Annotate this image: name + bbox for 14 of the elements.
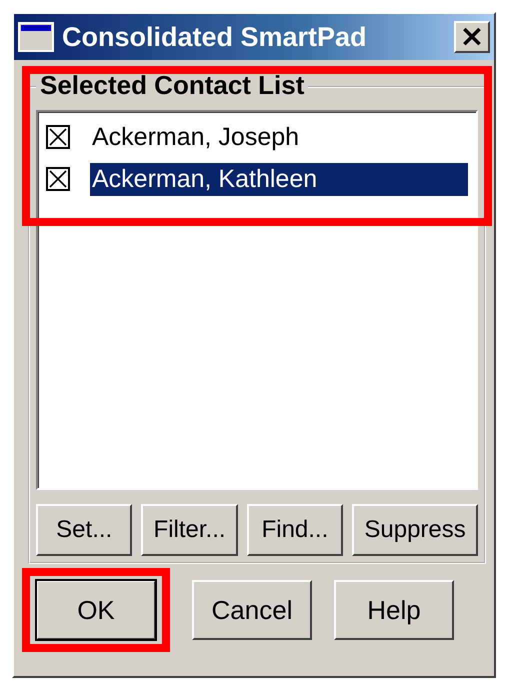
checkbox[interactable] bbox=[46, 125, 70, 149]
list-action-button[interactable]: Set... bbox=[36, 504, 132, 556]
window-icon bbox=[18, 22, 54, 52]
close-button[interactable]: × bbox=[454, 21, 490, 53]
contact-item[interactable]: Ackerman, Kathleen bbox=[90, 162, 468, 196]
list-action-button[interactable]: Find... bbox=[246, 504, 344, 556]
dialog-button[interactable]: Help bbox=[334, 580, 454, 640]
window-title: Consolidated SmartPad bbox=[62, 22, 368, 52]
contact-item[interactable]: Ackerman, Joseph bbox=[90, 120, 468, 154]
dialog-button[interactable]: Cancel bbox=[192, 580, 312, 640]
list-action-button[interactable]: Suppress bbox=[352, 504, 478, 556]
dialog-button[interactable]: OK bbox=[36, 580, 156, 640]
checkbox[interactable] bbox=[46, 167, 70, 191]
list-action-button[interactable]: Filter... bbox=[141, 504, 238, 556]
